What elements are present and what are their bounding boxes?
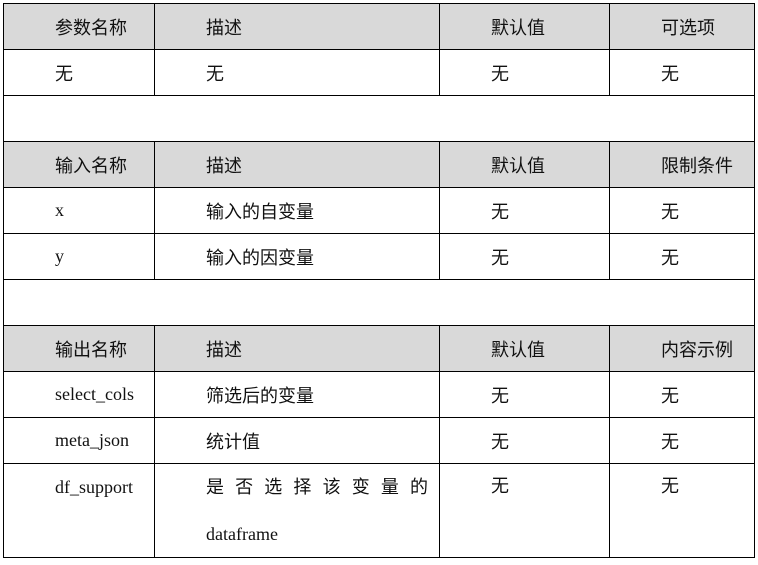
table-cell: 无 xyxy=(3,49,155,96)
table-spacer-row xyxy=(3,95,755,142)
desc-char: 变 xyxy=(351,477,370,498)
output-header-example: 内容示例 xyxy=(609,325,755,372)
table-cell: y xyxy=(3,233,155,280)
params-header-name: 参数名称 xyxy=(3,3,155,50)
df-support-desc-line2: dataframe xyxy=(206,524,278,544)
params-row: 无 无 无 无 xyxy=(3,49,755,96)
table-cell: 无 xyxy=(609,417,755,464)
table-cell: 无 xyxy=(609,463,755,558)
table-spacer-row xyxy=(3,279,755,326)
desc-char: 否 xyxy=(235,477,254,498)
table-cell: x xyxy=(3,187,155,234)
table-cell: select_cols xyxy=(3,371,155,418)
desc-char: 选 xyxy=(264,477,283,498)
table-cell: 无 xyxy=(609,187,755,234)
table-cell: 无 xyxy=(609,233,755,280)
table-cell: 筛选后的变量 xyxy=(154,371,440,418)
params-header-options: 可选项 xyxy=(609,3,755,50)
input-row-y: y 输入的因变量 无 无 xyxy=(3,233,755,280)
desc-char: 该 xyxy=(322,477,341,498)
parameter-document-table: 参数名称 描述 默认值 可选项 无 无 无 无 输入名称 描述 默认值 限制条件… xyxy=(3,3,755,558)
output-header-default: 默认值 xyxy=(439,325,610,372)
spacer-cell xyxy=(3,95,755,142)
table-cell-multiline: 是 否 选 择 该 变 量 的 dataframe xyxy=(154,463,440,558)
output-header-row: 输出名称 描述 默认值 内容示例 xyxy=(3,325,755,372)
desc-char: 的 xyxy=(409,477,428,498)
table-cell: 无 xyxy=(439,463,610,558)
input-header-desc: 描述 xyxy=(154,141,440,188)
table-cell: 无 xyxy=(439,371,610,418)
input-row-x: x 输入的自变量 无 无 xyxy=(3,187,755,234)
table-cell: 无 xyxy=(439,233,610,280)
input-header-name: 输入名称 xyxy=(3,141,155,188)
table-cell: 无 xyxy=(609,371,755,418)
output-header-desc: 描述 xyxy=(154,325,440,372)
table-cell: 无 xyxy=(609,49,755,96)
table-cell: 统计值 xyxy=(154,417,440,464)
output-header-name: 输出名称 xyxy=(3,325,155,372)
table-cell: 无 xyxy=(439,49,610,96)
df-support-desc-line1: 是 否 选 择 该 变 量 的 xyxy=(206,465,428,511)
params-header-desc: 描述 xyxy=(154,3,440,50)
table-cell: df_support xyxy=(3,463,155,558)
desc-char: 是 xyxy=(206,477,224,498)
table-cell: 输入的自变量 xyxy=(154,187,440,234)
input-header-constraints: 限制条件 xyxy=(609,141,755,188)
df-support-description: 是 否 选 择 该 变 量 的 dataframe xyxy=(206,464,431,557)
output-row-df-support: df_support 是 否 选 择 该 变 量 的 dataframe 无 无 xyxy=(3,463,755,558)
table-cell: meta_json xyxy=(3,417,155,464)
input-header-default: 默认值 xyxy=(439,141,610,188)
params-header-default: 默认值 xyxy=(439,3,610,50)
spacer-cell xyxy=(3,279,755,326)
table-cell: 无 xyxy=(439,187,610,234)
table-cell: 无 xyxy=(439,417,610,464)
table-cell: 无 xyxy=(154,49,440,96)
output-row-meta-json: meta_json 统计值 无 无 xyxy=(3,417,755,464)
params-header-row: 参数名称 描述 默认值 可选项 xyxy=(3,3,755,50)
table-cell: 输入的因变量 xyxy=(154,233,440,280)
output-row-select-cols: select_cols 筛选后的变量 无 无 xyxy=(3,371,755,418)
desc-char: 择 xyxy=(293,477,312,498)
desc-char: 量 xyxy=(380,477,399,498)
input-header-row: 输入名称 描述 默认值 限制条件 xyxy=(3,141,755,188)
